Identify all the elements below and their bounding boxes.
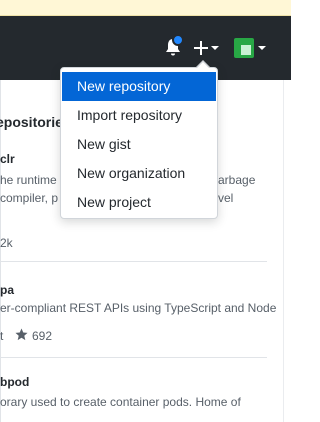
repo-description: he runtime f [0,173,64,187]
repo-name[interactable]: pa [0,283,14,297]
menu-item-new-project[interactable]: New project [61,188,217,217]
star-icon [15,328,28,341]
repo-meta: t [0,329,4,343]
repo-description: er-compliant REST APIs using TypeScript … [0,301,277,315]
repo-description: compiler, p [0,191,59,205]
repo-divider [0,261,267,262]
dropdown-caret-fill [197,62,209,68]
repo-description-continued: arbage [218,173,256,187]
menu-item-new-organization[interactable]: New organization [61,159,217,188]
create-new-dropdown: New repository Import repository New gis… [60,67,218,219]
repo-description: orary used to create container pods. Hom… [0,395,241,409]
avatar-menu-button[interactable] [234,38,268,58]
repo-description-continued: vel [218,191,234,205]
scrollbar[interactable] [283,80,291,422]
top-banner-strip [0,0,291,16]
notification-indicator [172,34,184,46]
star-count: 692 [32,329,53,343]
repo-meta: 2k [0,236,13,250]
menu-item-import-repository[interactable]: Import repository [61,101,217,130]
repo-name[interactable]: clr [0,152,15,166]
menu-item-new-repository[interactable]: New repository [62,72,216,101]
repo-name[interactable]: bpod [0,375,29,389]
repo-divider [0,357,267,358]
create-new-button[interactable] [194,38,220,58]
menu-item-new-gist[interactable]: New gist [61,130,217,159]
